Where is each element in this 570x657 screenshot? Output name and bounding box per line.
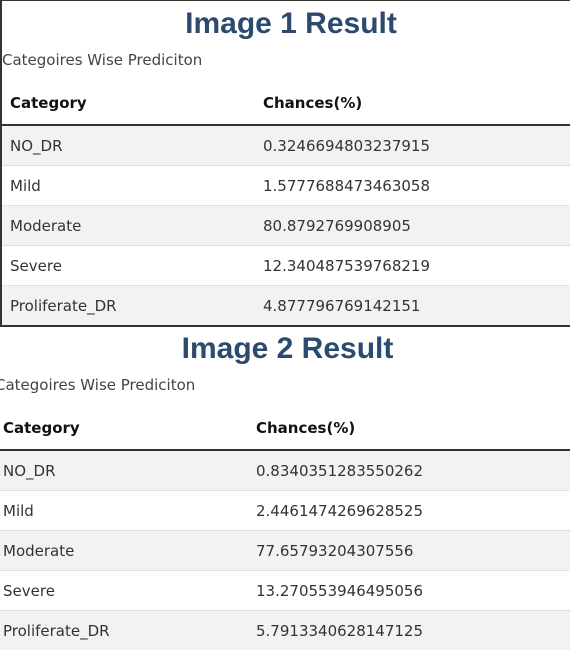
table-row: Moderate 77.65793204307556 <box>0 530 570 571</box>
table-header-row: Category Chances(%) <box>0 407 570 451</box>
category-cell: Proliferate_DR <box>0 610 248 650</box>
prediction-table: Category Chances(%) NO_DR 0.834035128355… <box>0 407 570 650</box>
table-row: Mild 1.5777688473463058 <box>2 165 570 206</box>
category-cell: Proliferate_DR <box>2 285 255 325</box>
table-row: NO_DR 0.3246694803237915 <box>2 124 570 166</box>
column-header-category: Category <box>2 82 255 126</box>
category-cell: NO_DR <box>0 449 248 491</box>
chance-cell: 1.5777688473463058 <box>255 165 570 206</box>
chance-cell: 2.4461474269628525 <box>248 490 570 531</box>
column-header-chances: Chances(%) <box>255 82 570 126</box>
chance-cell: 0.3246694803237915 <box>255 124 570 166</box>
result-title: Image 1 Result <box>185 7 397 40</box>
column-header-category: Category <box>0 407 248 451</box>
table-row: Severe 13.270553946495056 <box>0 570 570 611</box>
chance-cell: 5.7913340628147125 <box>248 610 570 650</box>
column-header-chances: Chances(%) <box>248 407 570 451</box>
chance-cell: 80.8792769908905 <box>255 205 570 246</box>
chance-cell: 0.8340351283550262 <box>248 449 570 491</box>
result-panel-1: Image 1 Result Categoires Wise Predicito… <box>0 0 570 327</box>
category-cell: Moderate <box>0 530 248 571</box>
category-cell: Severe <box>0 570 248 611</box>
result-subtitle: Categoires Wise Prediciton <box>2 51 203 69</box>
table-row: Proliferate_DR 5.7913340628147125 <box>0 610 570 650</box>
category-cell: NO_DR <box>2 124 255 166</box>
category-cell: Mild <box>0 490 248 531</box>
table-row: Proliferate_DR 4.877796769142151 <box>2 285 570 325</box>
table-row: NO_DR 0.8340351283550262 <box>0 449 570 491</box>
category-cell: Moderate <box>2 205 255 246</box>
category-cell: Severe <box>2 245 255 286</box>
category-cell: Mild <box>2 165 255 206</box>
table-row: Mild 2.4461474269628525 <box>0 490 570 531</box>
result-subtitle: Categoires Wise Prediciton <box>0 376 196 394</box>
table-header-row: Category Chances(%) <box>2 82 570 126</box>
chance-cell: 77.65793204307556 <box>248 530 570 571</box>
table-row: Moderate 80.8792769908905 <box>2 205 570 246</box>
chance-cell: 13.270553946495056 <box>248 570 570 611</box>
chance-cell: 12.340487539768219 <box>255 245 570 286</box>
result-panel-2: Image 2 Result Categoires Wise Predicito… <box>0 327 570 657</box>
result-title: Image 2 Result <box>181 332 394 365</box>
prediction-table: Category Chances(%) NO_DR 0.324669480323… <box>2 82 570 325</box>
chance-cell: 4.877796769142151 <box>255 285 570 325</box>
table-row: Severe 12.340487539768219 <box>2 245 570 286</box>
